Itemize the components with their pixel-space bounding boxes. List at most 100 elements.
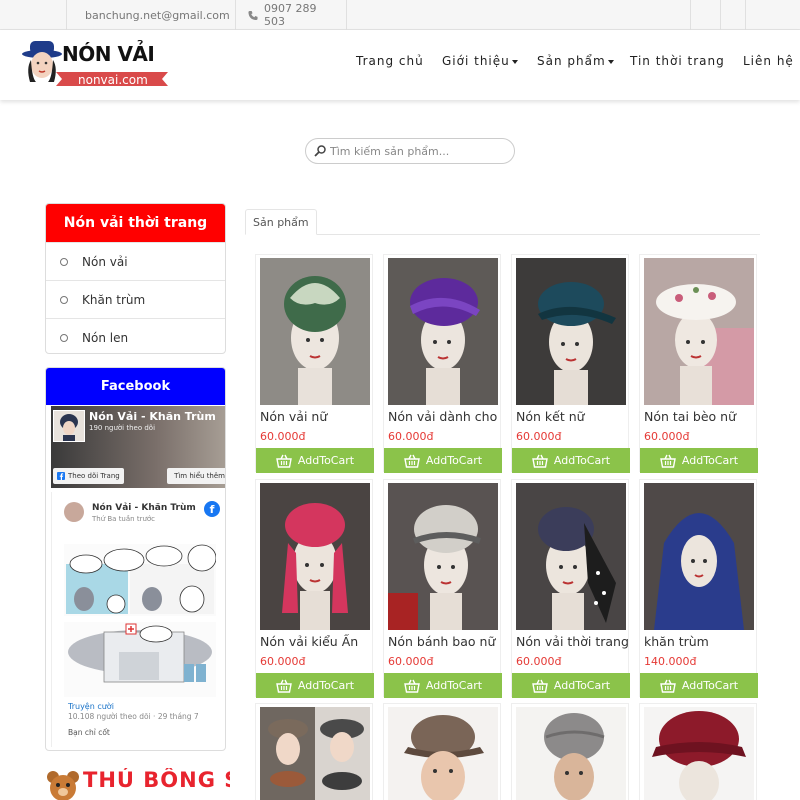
product-card[interactable]: Nón vải dành cho 60.000đ AddToCart <box>383 254 502 473</box>
product-image[interactable] <box>388 258 498 405</box>
product-name[interactable]: Nón vải thời trang <box>516 634 628 649</box>
product-card[interactable]: Nón tai bèo nữ 60.000đ AddToCart <box>639 254 758 473</box>
nav-products-label: Sản phẩm <box>537 54 606 68</box>
product-image[interactable] <box>644 707 754 800</box>
add-to-cart-button[interactable]: AddToCart <box>512 448 630 473</box>
product-image[interactable] <box>516 258 626 405</box>
learn-more-button[interactable]: Tìm hiểu thêm <box>167 468 225 484</box>
product-price: 140.000đ <box>644 655 697 668</box>
page-avatar[interactable] <box>53 410 85 442</box>
add-to-cart-button[interactable]: AddToCart <box>256 673 374 698</box>
facebook-icon <box>57 472 65 480</box>
phone-icon <box>248 10 258 20</box>
product-card[interactable] <box>511 703 629 800</box>
facebook-link[interactable] <box>690 0 720 30</box>
facebook-page-cover[interactable]: Nón Vải - Khăn Trùm 190 người theo dõi T… <box>51 406 225 488</box>
follow-page-button[interactable]: Theo dõi Trang <box>53 468 124 484</box>
logo-title: NÓN VẢI <box>62 42 155 66</box>
product-card[interactable]: Nón bánh bao nữ 60.000đ AddToCart <box>383 479 502 698</box>
add-to-cart-button[interactable]: AddToCart <box>512 673 630 698</box>
follow-page-label: Theo dõi Trang <box>68 472 120 480</box>
product-image[interactable] <box>260 707 370 800</box>
nav-products[interactable]: Sản phẩm <box>537 54 614 68</box>
add-to-cart-label: AddToCart <box>425 679 483 692</box>
basket-icon <box>532 679 548 693</box>
product-card[interactable]: khăn trùm 140.000đ AddToCart <box>639 479 758 698</box>
product-name[interactable]: Nón tai bèo nữ <box>644 409 756 424</box>
caret-down-icon <box>607 59 614 64</box>
category-title: Nón vải thời trang <box>46 204 225 242</box>
basket-icon <box>532 454 548 468</box>
basket-icon <box>404 454 420 468</box>
shared-page-name[interactable]: Truyện cười <box>68 702 114 711</box>
comic-panel-image[interactable] <box>64 544 217 616</box>
phone-contact[interactable]: 0907 289 503 <box>235 0 347 30</box>
category-item-non-len[interactable]: Nón len <box>46 318 225 353</box>
product-name[interactable]: Nón bánh bao nữ <box>388 634 500 649</box>
nav-about[interactable]: Giới thiệu <box>442 54 518 68</box>
facebook-logo-icon: f <box>204 501 220 517</box>
product-card[interactable]: Nón kết nữ 60.000đ AddToCart <box>511 254 630 473</box>
product-card[interactable] <box>255 703 373 800</box>
category-item-non-vai[interactable]: Nón vải <box>46 242 225 280</box>
product-name[interactable]: khăn trùm <box>644 634 756 649</box>
tab-products[interactable]: Sản phẩm <box>245 209 317 235</box>
post-caption: Bạn chỉ cốt <box>68 728 110 737</box>
category-item-khan-trum[interactable]: Khăn trùm <box>46 280 225 318</box>
add-to-cart-label: AddToCart <box>553 679 611 692</box>
add-to-cart-button[interactable]: AddToCart <box>640 673 758 698</box>
search-icon[interactable] <box>314 145 326 157</box>
product-image[interactable] <box>516 707 626 800</box>
cart-link[interactable] <box>720 0 746 30</box>
product-image[interactable] <box>644 483 754 630</box>
category-box: Nón vải thời trang Nón vải Khăn trùm Nón… <box>45 203 226 354</box>
product-image[interactable] <box>516 483 626 630</box>
product-image[interactable] <box>388 707 498 800</box>
add-to-cart-button[interactable]: AddToCart <box>384 673 502 698</box>
product-card[interactable]: Nón vải kiểu Ấn 60.000đ AddToCart <box>255 479 374 698</box>
product-image[interactable] <box>388 483 498 630</box>
nav-about-label: Giới thiệu <box>442 54 510 68</box>
post-time[interactable]: Thứ Ba tuần trước <box>92 515 155 523</box>
post-author-avatar[interactable] <box>64 502 84 522</box>
product-image[interactable] <box>644 258 754 405</box>
product-image[interactable] <box>260 483 370 630</box>
product-name[interactable]: Nón vải dành cho <box>388 409 500 424</box>
product-name[interactable]: Nón vải nữ <box>260 409 372 424</box>
product-name[interactable]: Nón vải kiểu Ấn <box>260 634 372 649</box>
logo-subtitle: nonvai.com <box>78 73 148 87</box>
circle-icon <box>60 333 68 342</box>
product-card[interactable] <box>639 703 757 800</box>
post-author[interactable]: Nón Vải - Khăn Trùm <box>92 503 196 513</box>
add-to-cart-button[interactable]: AddToCart <box>384 448 502 473</box>
product-tabs: Sản phẩm <box>245 209 760 235</box>
nav-fashion-news[interactable]: Tin thời trang <box>630 54 725 68</box>
nav-contact[interactable]: Liên hệ <box>743 54 794 68</box>
add-to-cart-label: AddToCart <box>553 454 611 467</box>
product-price: 60.000đ <box>516 430 562 443</box>
email-contact[interactable]: banchung.net@gmail.com <box>66 0 235 30</box>
phone-text: 0907 289 503 <box>264 2 317 28</box>
facebook-title: Facebook <box>46 368 225 405</box>
search-input[interactable] <box>330 144 500 158</box>
product-image[interactable] <box>260 258 370 405</box>
email-text: banchung.net@gmail.com <box>85 8 230 22</box>
comic-panel-image[interactable] <box>64 622 216 697</box>
product-card[interactable]: Nón vải thời trang 60.000đ AddToCart <box>511 479 630 698</box>
basket-icon <box>660 454 676 468</box>
nav-home[interactable]: Trang chủ <box>356 54 424 68</box>
site-logo[interactable]: NÓN VẢI nonvai.com <box>20 38 170 94</box>
caret-down-icon <box>511 59 518 64</box>
product-name[interactable]: Nón kết nữ <box>516 409 628 424</box>
site-header: NÓN VẢI nonvai.com Trang chủ Giới thiệu … <box>0 30 800 100</box>
product-card[interactable]: Nón vải nữ 60.000đ AddToCart <box>255 254 374 473</box>
circle-icon <box>60 295 68 304</box>
add-to-cart-button[interactable]: AddToCart <box>640 448 758 473</box>
page-name[interactable]: Nón Vải - Khăn Trùm <box>89 410 216 423</box>
product-card[interactable] <box>383 703 501 800</box>
add-to-cart-label: AddToCart <box>297 679 355 692</box>
promo-banner[interactable]: THÚ BÔNG SỈ <box>45 768 230 800</box>
teddy-bear-icon <box>47 771 79 800</box>
product-price: 60.000đ <box>516 655 562 668</box>
add-to-cart-button[interactable]: AddToCart <box>256 448 374 473</box>
